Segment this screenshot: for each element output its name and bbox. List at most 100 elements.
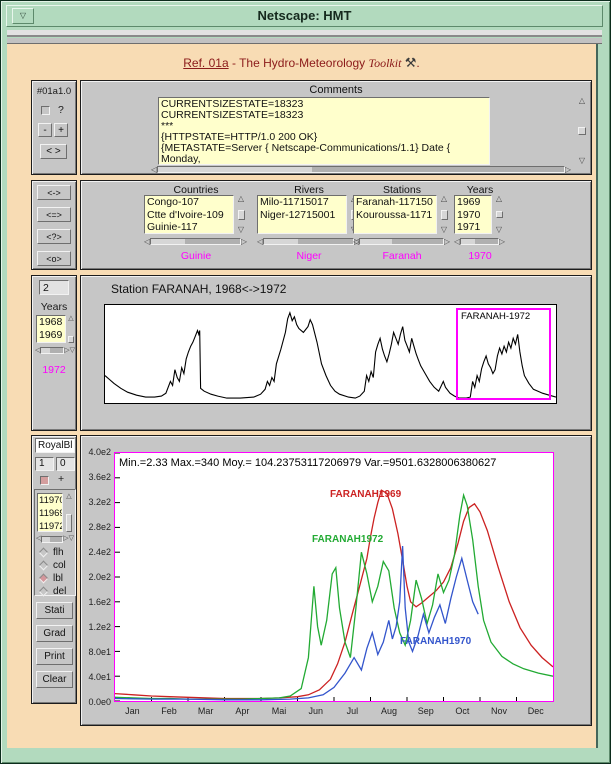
scroll-up-icon[interactable]: △ — [68, 315, 73, 323]
list-item[interactable]: 1970 — [455, 209, 491, 222]
scroll-up-icon[interactable]: △ — [238, 195, 244, 203]
scroll-up-icon[interactable]: △ — [496, 195, 502, 203]
years-listbox[interactable]: 1969 1970 1971 — [454, 195, 492, 234]
scroll-thumb[interactable] — [158, 167, 312, 172]
list-item[interactable]: Ctte d'Ivoire-109 — [145, 209, 233, 222]
list-item[interactable]: 1971 — [455, 221, 491, 234]
rose-checkbox[interactable] — [40, 476, 49, 485]
plot-vertical-scrollbar[interactable]: △ — [64, 493, 74, 532]
link-query-button[interactable]: <?> — [37, 229, 71, 244]
scroll-thumb[interactable] — [41, 348, 49, 353]
scroll-right-icon[interactable]: ▷ — [499, 238, 505, 246]
list-item[interactable]: 1968 — [37, 316, 65, 329]
list-item[interactable]: 11970 — [38, 494, 62, 507]
scroll-down-icon[interactable]: ▽ — [69, 535, 74, 543]
month-label: Feb — [151, 706, 188, 716]
list-item[interactable]: 1969 — [455, 196, 491, 209]
list-item[interactable]: Guinie-117 — [145, 221, 233, 234]
scroll-down-icon[interactable]: ▽ — [238, 226, 244, 234]
scroll-down-icon[interactable]: ▽ — [579, 157, 585, 165]
rivers-listbox[interactable]: Milo-11715017 Niger-12715001 — [257, 195, 347, 234]
years-group: Years 1969 1970 1971 △ ▽ ◁ ▷ 1970 — [454, 181, 506, 271]
list-item[interactable]: 11969 — [38, 507, 62, 520]
year-count-field[interactable]: 2 — [39, 280, 69, 295]
scroll-thumb[interactable] — [151, 239, 185, 244]
scroll-up-icon[interactable]: △ — [66, 493, 71, 501]
print-button[interactable]: Print — [36, 648, 73, 665]
selection-box[interactable]: FARANAH-1972 — [456, 308, 551, 400]
radio-col[interactable]: col — [40, 560, 66, 571]
comments-vertical-scrollbar[interactable]: △ ▽ — [575, 97, 589, 165]
overview-horizontal-scrollbar[interactable]: ◁ ▷ ▽ — [35, 346, 75, 355]
list-item[interactable]: Niger-12715001 — [258, 209, 346, 222]
list-item[interactable]: 11972 — [38, 520, 62, 532]
help-checkbox[interactable] — [41, 106, 50, 115]
overview-panel: Station FARANAH, 1968<->1972 FARANAH-197… — [80, 275, 592, 431]
link-equal-button[interactable]: <=> — [37, 207, 71, 222]
scroll-thumb[interactable] — [68, 336, 74, 343]
countries-vertical-scrollbar[interactable]: △ ▽ — [235, 195, 247, 234]
comments-horizontal-scrollbar[interactable]: ◁ ▷ — [151, 165, 571, 174]
ytick-label: 3.6e2 — [81, 472, 111, 482]
scroll-thumb[interactable] — [441, 210, 448, 220]
scroll-thumb[interactable] — [461, 239, 475, 244]
scroll-up-icon[interactable]: △ — [441, 195, 447, 203]
scroll-thumb[interactable] — [360, 239, 391, 244]
overview-vertical-scrollbar[interactable]: △ — [66, 315, 76, 343]
scroll-right-icon[interactable]: ▷ — [241, 238, 247, 246]
countries-listbox[interactable]: Congo-107 Ctte d'Ivoire-109 Guinie-117 — [144, 195, 234, 234]
overview-years-listbox[interactable]: 1968 1969 — [36, 315, 66, 343]
nav-button[interactable]: < > — [40, 144, 67, 159]
list-item[interactable]: Milo-11715017 — [258, 196, 346, 209]
scroll-thumb[interactable] — [496, 211, 503, 218]
scroll-down-icon[interactable]: ▽ — [496, 226, 502, 234]
minus-button[interactable]: - — [38, 123, 52, 137]
scroll-up-icon[interactable]: △ — [579, 97, 585, 105]
clear-button[interactable]: Clear — [36, 671, 73, 688]
radio-lbl[interactable]: lbl — [40, 573, 63, 584]
scroll-right-icon[interactable]: ▷ — [444, 238, 450, 246]
overview-selected-year: 1972 — [32, 364, 76, 376]
scroll-thumb[interactable] — [264, 239, 298, 244]
list-item[interactable]: Faranah-117150 — [354, 196, 436, 209]
grad-button[interactable]: Grad — [36, 625, 73, 642]
scroll-down-icon[interactable]: ▽ — [70, 347, 75, 355]
month-label: Aug — [371, 706, 408, 716]
stations-vertical-scrollbar[interactable]: △ ▽ — [438, 195, 450, 234]
stations-listbox[interactable]: Faranah-117150 Kouroussa-1171 — [353, 195, 437, 234]
plot-horizontal-scrollbar[interactable]: ◁ ▷ ▽ — [36, 535, 74, 543]
scroll-right-icon[interactable]: ▷ — [565, 166, 571, 174]
scroll-thumb[interactable] — [66, 514, 72, 532]
overview-chart-title: Station FARANAH, 1968<->1972 — [111, 282, 286, 296]
window-menu-button[interactable]: ▽ — [12, 8, 34, 24]
list-item[interactable]: Kouroussa-1171 — [354, 209, 436, 222]
radio-flh[interactable]: flh — [40, 547, 64, 558]
list-item[interactable]: Congo-107 — [145, 196, 233, 209]
link-o-button[interactable]: <o> — [37, 251, 71, 266]
field-b[interactable]: 0 — [56, 457, 75, 471]
years-horizontal-scrollbar[interactable]: ◁ ▷ — [454, 237, 505, 246]
ytick-label: 4.0e2 — [81, 447, 111, 457]
radio-del[interactable]: del — [40, 586, 66, 597]
stations-horizontal-scrollbar[interactable]: ◁ ▷ — [353, 237, 450, 246]
stati-button[interactable]: Stati — [36, 602, 73, 619]
list-item[interactable]: 1969 — [37, 329, 65, 342]
scroll-thumb[interactable] — [238, 210, 245, 220]
scroll-down-icon[interactable]: ▽ — [441, 226, 447, 234]
countries-horizontal-scrollbar[interactable]: ◁ ▷ — [144, 237, 247, 246]
ref-link[interactable]: Ref. 01a — [183, 56, 228, 70]
link-both-button[interactable]: <-> — [37, 185, 71, 200]
selectors-panel: Countries Congo-107 Ctte d'Ivoire-109 Gu… — [80, 180, 592, 270]
scroll-thumb[interactable] — [42, 537, 50, 542]
years-vertical-scrollbar[interactable]: △ ▽ — [493, 195, 505, 234]
color-name-field[interactable]: RoyalBl — [35, 438, 75, 453]
rivers-horizontal-scrollbar[interactable]: ◁ ▷ — [257, 237, 360, 246]
field-a[interactable]: 1 — [35, 457, 54, 471]
plus-button[interactable]: + — [54, 123, 68, 137]
comments-textarea[interactable]: CURRENTSIZESTATE=18323 CURRENTSIZESTATE=… — [158, 97, 490, 165]
month-label: Mai — [261, 706, 298, 716]
plot-years-listbox[interactable]: 11970 11969 11972 — [37, 493, 63, 532]
month-label: Dec — [517, 706, 554, 716]
window-titlebar[interactable]: Netscape: HMT — [6, 5, 603, 27]
scroll-thumb[interactable] — [578, 127, 586, 135]
